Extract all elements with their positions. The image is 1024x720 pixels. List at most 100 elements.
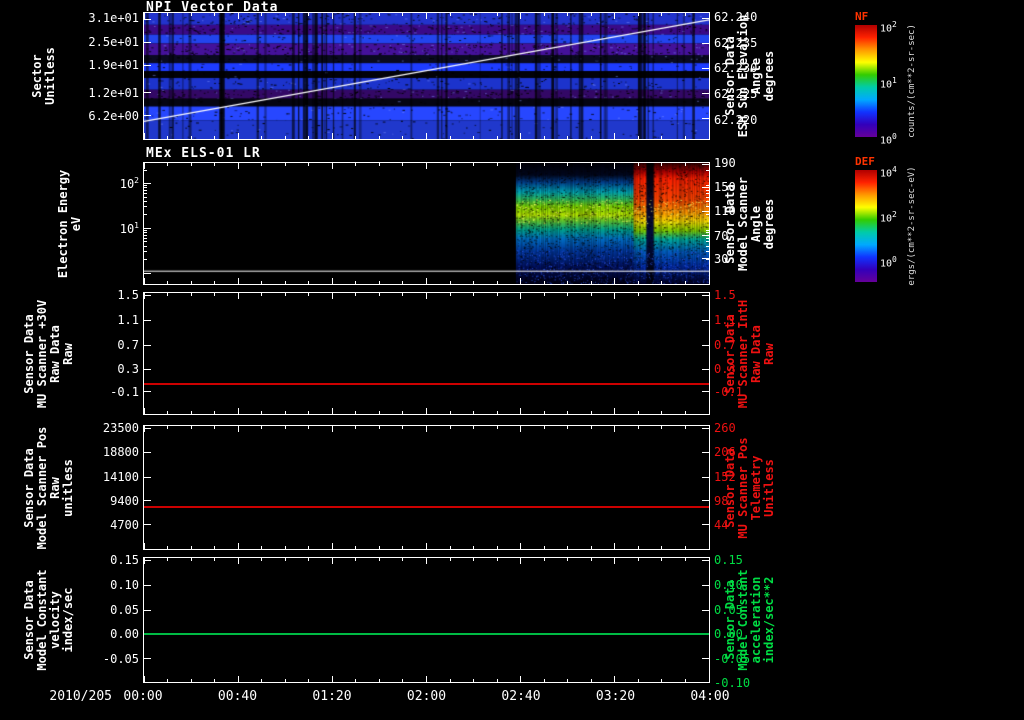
tick-mark xyxy=(706,229,709,231)
tick-mark xyxy=(702,452,709,454)
panel-model-constant xyxy=(143,557,710,683)
tick-mark xyxy=(702,657,709,659)
tick-mark xyxy=(190,281,192,284)
tick-mark xyxy=(237,293,239,299)
tick-mark xyxy=(261,163,263,166)
tick-mark xyxy=(614,543,616,549)
tick-mark xyxy=(355,281,357,284)
tick-mark xyxy=(702,210,709,212)
tick-mark xyxy=(284,163,286,166)
panel-mu-scanner-30v xyxy=(143,292,710,415)
tick-mark xyxy=(590,558,592,561)
tick-mark xyxy=(614,133,616,139)
tick-mark xyxy=(706,245,709,247)
tick-mark xyxy=(706,237,709,239)
tick-mark xyxy=(702,295,709,297)
tick-mark xyxy=(144,65,151,67)
tick-mark xyxy=(702,585,709,587)
tick-mark xyxy=(378,679,380,682)
tick-mark xyxy=(706,232,709,234)
tick-mark xyxy=(144,452,151,454)
tick-mark xyxy=(426,543,427,549)
tick-mark xyxy=(402,281,404,284)
y-tick-label: 1.2e+01 xyxy=(88,85,139,100)
tick-mark xyxy=(590,426,592,429)
tick-mark xyxy=(308,293,310,296)
panel-model-scanner-pos xyxy=(143,425,710,550)
tick-mark xyxy=(144,241,147,243)
model-constant-data-line xyxy=(144,632,709,635)
tick-mark xyxy=(702,163,709,165)
tick-mark xyxy=(308,411,310,414)
tick-mark xyxy=(144,390,151,392)
tick-mark xyxy=(144,187,147,189)
tick-mark xyxy=(473,411,475,414)
tick-mark xyxy=(661,163,663,166)
tick-mark xyxy=(637,13,639,16)
tick-mark xyxy=(702,368,709,370)
tick-mark xyxy=(261,426,263,429)
tick-mark xyxy=(284,679,286,682)
tick-mark xyxy=(331,13,333,19)
tick-mark xyxy=(331,278,333,284)
tick-mark xyxy=(684,679,686,682)
tick-mark xyxy=(590,13,592,16)
tick-mark xyxy=(308,163,310,166)
tick-mark xyxy=(473,13,475,16)
tick-mark xyxy=(331,543,333,549)
tick-mark xyxy=(637,281,639,284)
tick-mark xyxy=(426,426,427,432)
tick-mark xyxy=(473,546,475,549)
tick-mark xyxy=(144,368,151,370)
tick-mark xyxy=(144,234,147,236)
tick-mark xyxy=(661,426,663,429)
tick-mark xyxy=(520,676,522,682)
tick-mark xyxy=(144,272,151,274)
tick-mark xyxy=(261,679,263,682)
tick-mark xyxy=(284,13,286,16)
tick-mark xyxy=(543,281,545,284)
tick-mark xyxy=(567,13,569,16)
tick-mark xyxy=(449,136,451,139)
x-tick-label: 03:20 xyxy=(595,689,636,704)
tick-mark xyxy=(426,13,427,19)
axis-title-line: index/sec**2 xyxy=(762,576,776,664)
tick-mark xyxy=(706,193,709,194)
tick-mark xyxy=(144,196,147,198)
tick-mark xyxy=(567,293,569,296)
tick-mark xyxy=(402,558,404,561)
tick-mark xyxy=(496,546,498,549)
tick-mark xyxy=(284,293,286,296)
tick-mark xyxy=(543,546,545,549)
tick-mark xyxy=(706,259,709,261)
tick-mark xyxy=(706,200,709,202)
tick-mark xyxy=(637,293,639,296)
tick-mark xyxy=(167,411,169,414)
tick-mark xyxy=(614,558,616,564)
tick-mark xyxy=(190,13,192,16)
tick-mark xyxy=(190,293,192,296)
tick-mark xyxy=(520,543,522,549)
tick-mark xyxy=(261,546,263,549)
tick-mark xyxy=(214,546,216,549)
tick-mark xyxy=(661,13,663,16)
tick-mark xyxy=(190,558,192,561)
model-scanner-pos-data-line xyxy=(144,505,709,508)
tick-mark xyxy=(567,679,569,682)
tick-mark xyxy=(520,293,522,299)
tick-mark xyxy=(143,676,145,682)
tick-mark xyxy=(590,411,592,414)
tick-mark xyxy=(702,609,709,611)
axis-title-line: index/sec xyxy=(61,587,75,653)
tick-mark xyxy=(144,183,151,185)
tick-mark xyxy=(144,657,151,659)
tick-mark xyxy=(706,190,709,191)
tick-mark xyxy=(144,227,151,229)
tick-mark xyxy=(167,293,169,296)
tick-mark xyxy=(449,281,451,284)
tick-mark xyxy=(308,136,310,139)
tick-mark xyxy=(308,281,310,284)
tick-mark xyxy=(308,426,310,429)
tick-mark xyxy=(637,558,639,561)
tick-mark xyxy=(378,426,380,429)
